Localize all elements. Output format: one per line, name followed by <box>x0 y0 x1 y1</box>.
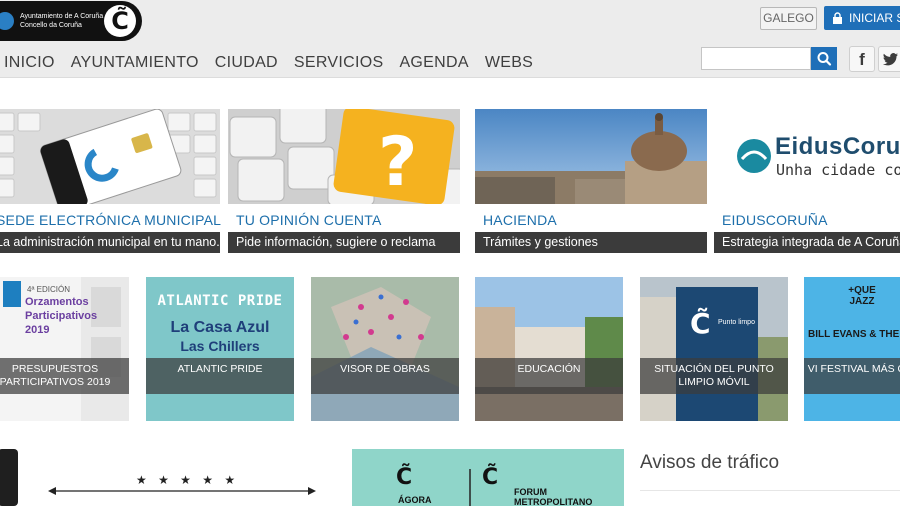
atlantic-pride-heading: ATLANTIC PRIDE <box>157 293 283 309</box>
atlantic-pride-image: ATLANTIC PRIDE La Casa Azul Las Chillers <box>146 277 294 421</box>
bill-evans-text: BILL EVANS & THE SE <box>808 329 900 340</box>
tile-label: SITUACIÓN DEL PUNTO LIMPIO MÓVIL <box>640 358 788 394</box>
presupuestos-image: 4ª EDICIÓN Orzamentos Participativos 201… <box>0 277 129 421</box>
tile-label: VISOR DE OBRAS <box>311 358 459 394</box>
search-button[interactable] <box>811 47 837 70</box>
logo-line-2: Concello da Coruña <box>20 22 82 29</box>
forum-label-line-1: FORUM <box>514 487 547 497</box>
eidus-slogan: Unha cidade con <box>776 161 900 179</box>
featured-hacienda[interactable]: HACIENDA Trámites y gestiones <box>475 109 707 253</box>
la-casa-azul-text: La Casa Azul <box>170 319 270 336</box>
city-logo[interactable]: Ayuntamiento de A Coruña Concello da Cor… <box>0 1 142 41</box>
hacienda-image <box>475 109 707 204</box>
featured-title: SEDE ELECTRÓNICA MUNICIPAL <box>0 212 222 228</box>
punto-limpio-logo-icon: C̃ <box>690 307 711 340</box>
logo-text: Ayuntamiento de A Coruña Concello da Cor… <box>20 12 103 30</box>
featured-sede-electronica[interactable]: SEDE ELECTRÓNICA MUNICIPAL La administra… <box>0 109 222 253</box>
forum-logo-icon: C̃ <box>482 465 499 490</box>
search-input[interactable] <box>701 47 811 70</box>
facebook-button[interactable]: f <box>849 46 875 72</box>
featured-title: HACIENDA <box>483 212 557 228</box>
tile-label: VI FESTIVAL MÁS QUE JAZZ <box>804 358 900 394</box>
orzamentos-text: Orzamentos Participativos 2019 <box>25 296 98 336</box>
featured-title: TU OPINIÓN CUENTA <box>236 212 382 228</box>
language-button[interactable]: GALEGO <box>760 7 817 30</box>
traffic-divider <box>640 490 900 491</box>
educacion-image <box>475 277 623 421</box>
nav-item-agenda[interactable]: AGENDA <box>399 54 468 72</box>
lock-icon <box>833 12 842 24</box>
punto-limpio-sign-text: Punto limpo <box>718 319 755 326</box>
sede-electronica-image <box>0 109 220 204</box>
login-label: INICIAR SESIÓN <box>849 11 900 25</box>
nav-item-inicio[interactable]: INICIO <box>4 54 55 72</box>
agora-label: ÁGORA <box>398 495 432 505</box>
nav-item-servicios[interactable]: SERVICIOS <box>294 54 384 72</box>
featured-tu-opinion[interactable]: ? TU OPINIÓN CUENTA Pide información, su… <box>228 109 460 253</box>
tile-punto-limpio[interactable]: C̃ Punto limpo SITUACIÓN DEL PUNTO LIMPI… <box>640 277 788 421</box>
logo-mark-icon: C̃ <box>104 5 136 37</box>
tile-presupuestos[interactable]: 4ª EDICIÓN Orzamentos Participativos 201… <box>0 277 129 421</box>
edition-text: 4ª EDICIÓN <box>27 285 70 294</box>
page: Ayuntamiento de A Coruña Concello da Cor… <box>0 0 900 506</box>
tile-atlantic-pride[interactable]: ATLANTIC PRIDE La Casa Azul Las Chillers… <box>146 277 294 421</box>
traffic-notices-heading: Avisos de tráfico <box>640 452 780 473</box>
las-chillers-text: Las Chillers <box>180 338 260 354</box>
featured-subtitle: Estrategia integrada de A Coruña <box>714 232 900 253</box>
featured-eiduscoruna[interactable]: EidusCoruña Unha cidade con EIDUSCORUÑA … <box>714 109 900 253</box>
festival-jazz-image: +QUE JAZZ BILL EVANS & THE SE <box>804 277 900 421</box>
forum-label-line-2: METROPOLITANO <box>514 497 593 506</box>
agora-logo-icon: C̃ <box>396 465 413 490</box>
featured-title: EIDUSCORUÑA <box>722 212 828 228</box>
logo-line-1: Ayuntamiento de A Coruña <box>20 13 104 20</box>
featured-subtitle: La administración municipal en tu mano. <box>0 232 220 253</box>
coat-of-arms-icon <box>0 12 14 30</box>
rating-stars: ★ ★ ★ ★ ★ <box>136 473 240 487</box>
tile-festival-jazz[interactable]: +QUE JAZZ BILL EVANS & THE SE VI FESTIVA… <box>804 277 900 421</box>
visor-obras-map <box>311 277 459 421</box>
eiduscoruna-image: EidusCoruña Unha cidade con <box>714 109 900 204</box>
eidus-logo-text: EidusCoruña <box>775 133 900 160</box>
nav-item-webs[interactable]: WEBS <box>485 54 533 72</box>
facebook-icon: f <box>859 50 865 69</box>
search-icon <box>817 52 832 66</box>
tile-label: PRESUPUESTOS PARTICIPATIVOS 2019 <box>0 358 129 394</box>
tile-label: ATLANTIC PRIDE <box>146 358 294 394</box>
punto-limpio-image: C̃ Punto limpo <box>640 277 788 421</box>
promo-banner[interactable]: ★ ★ ★ ★ ★ C̃ ÁGORA C̃ FORUM METROPOLITAN… <box>0 449 624 506</box>
nav-item-ciudad[interactable]: CIUDAD <box>215 54 278 72</box>
site-header: Ayuntamiento de A Coruña Concello da Cor… <box>0 0 900 78</box>
login-button[interactable]: INICIAR SESIÓN <box>824 6 900 30</box>
twitter-button[interactable] <box>878 46 900 72</box>
featured-subtitle: Pide información, sugiere o reclama <box>228 232 460 253</box>
main-nav: INICIO AYUNTAMIENTO CIUDAD SERVICIOS AGE… <box>4 54 533 72</box>
tile-visor-obras[interactable]: VISOR DE OBRAS <box>311 277 459 421</box>
que-jazz-logo: +QUE JAZZ <box>848 285 876 307</box>
tile-educacion[interactable]: EDUCACIÓN <box>475 277 623 421</box>
twitter-icon <box>883 53 898 66</box>
featured-subtitle: Trámites y gestiones <box>475 232 707 253</box>
forum-label: FORUM METROPOLITANO <box>514 487 592 506</box>
nav-item-ayuntamiento[interactable]: AYUNTAMIENTO <box>71 54 199 72</box>
opinion-image: ? <box>228 109 460 204</box>
tile-label: EDUCACIÓN <box>475 358 623 394</box>
svg-text:?: ? <box>378 123 417 202</box>
